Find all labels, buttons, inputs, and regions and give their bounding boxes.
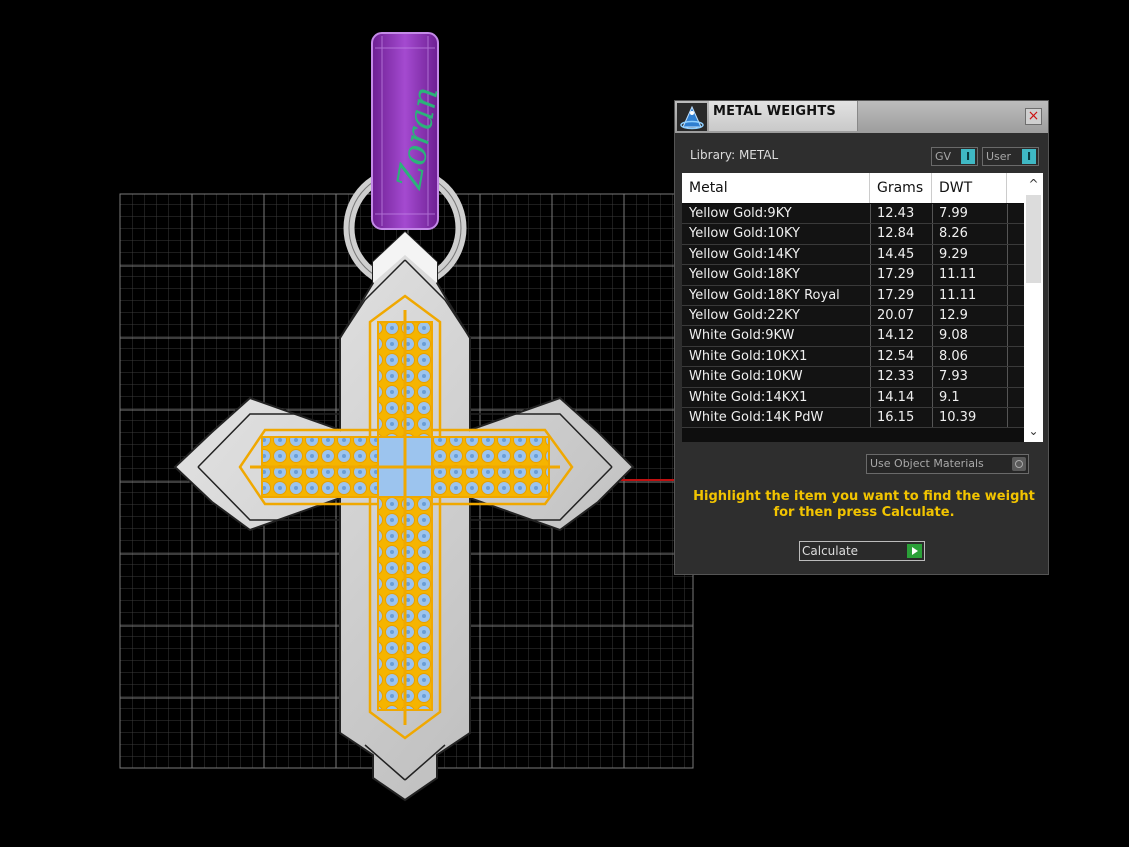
dwt-cell: 10.39 [939,409,977,425]
grams-cell: 20.07 [877,307,915,323]
metal-cell: Yellow Gold:18KY [689,267,800,283]
table-row[interactable]: Yellow Gold:22KY 20.07 12.9 [682,305,1024,327]
grams-cell: 12.84 [877,226,915,242]
column-divider [1007,387,1008,407]
table-row[interactable]: Yellow Gold:18KY Royal 17.29 11.11 [682,285,1024,306]
column-divider [1007,224,1008,244]
dwt-cell: 7.99 [939,206,968,221]
grams-cell: 17.29 [877,267,915,283]
dwt-cell: 9.1 [939,389,960,405]
column-header-dwt[interactable]: DWT [932,173,1007,203]
dwt-cell: 9.08 [939,328,968,344]
dwt-cell: 8.26 [939,226,968,242]
metal-cell: White Gold:14K PdW [689,409,824,425]
column-divider [1007,326,1008,346]
column-divider [1007,407,1008,428]
table-row[interactable]: White Gold:10KX1 12.54 8.06 [682,346,1024,368]
panel-titlebar[interactable]: METAL WEIGHTS × [675,101,1048,133]
grams-cell: 14.14 [877,389,915,405]
app-logo-icon [677,103,707,131]
scroll-up-icon[interactable]: ^ [1024,173,1043,193]
grams-cell: 14.45 [877,246,915,262]
metal-cell: White Gold:14KX1 [689,389,808,405]
calculate-button[interactable]: Calculate [799,541,925,561]
close-button[interactable]: × [1025,108,1042,125]
user-toggle-knob: I [1022,149,1036,164]
gv-toggle-label: GV [935,150,952,163]
column-divider [1007,285,1008,305]
table-row[interactable]: White Gold:9KW 14.12 9.08 [682,326,1024,347]
grams-cell: 12.43 [877,206,915,221]
table-row[interactable]: Yellow Gold:14KY 14.45 9.29 [682,244,1024,266]
metal-cell: Yellow Gold:18KY Royal [689,287,840,303]
metal-weights-panel: METAL WEIGHTS × Library: METAL GV I User… [674,100,1049,575]
dwt-cell: 9.29 [939,246,968,262]
column-divider [1007,244,1008,265]
radio-icon [1012,457,1026,471]
column-header-grams[interactable]: Grams [870,173,932,203]
table-row[interactable]: White Gold:14K PdW 16.15 10.39 [682,407,1024,429]
instructions-text: Highlight the item you want to find the … [693,489,1035,520]
close-icon: × [1027,108,1040,124]
panel-title-tab: METAL WEIGHTS [709,101,858,131]
metal-cell: White Gold:9KW [689,328,795,344]
column-divider [1007,346,1008,367]
scroll-thumb[interactable] [1026,195,1041,283]
dwt-cell: 11.11 [939,287,977,303]
metal-table: Metal Grams DWT Yellow Gold:9KY 12.43 7.99… [682,173,1043,442]
table-row[interactable]: White Gold:14KX1 14.14 9.1 [682,387,1024,408]
dwt-cell: 8.06 [939,348,968,364]
metal-cell: Yellow Gold:22KY [689,307,800,323]
table-scrollbar[interactable]: ^ ⌄ [1024,173,1043,442]
grams-cell: 12.54 [877,348,915,364]
library-label: Library: METAL [690,148,779,162]
scroll-down-icon[interactable]: ⌄ [1024,422,1043,442]
metal-cell: White Gold:10KX1 [689,348,808,364]
calculate-label: Calculate [802,544,859,558]
use-object-materials-toggle[interactable]: Use Object Materials [866,454,1029,474]
table-header: Metal Grams DWT [682,173,1024,203]
column-divider [1007,367,1008,387]
table-row[interactable]: Yellow Gold:18KY 17.29 11.11 [682,265,1024,286]
grams-cell: 16.15 [877,409,915,425]
play-icon [907,544,922,558]
metal-cell: Yellow Gold:14KY [689,246,800,262]
grams-cell: 17.29 [877,287,915,303]
dwt-cell: 12.9 [939,307,968,323]
table-row[interactable]: Yellow Gold:9KY 12.43 7.99 [682,204,1024,225]
use-object-materials-label: Use Object Materials [870,457,984,470]
metal-cell: Yellow Gold:10KY [689,226,800,242]
panel-title: METAL WEIGHTS [713,104,836,119]
column-divider [1007,204,1008,224]
dwt-cell: 7.93 [939,369,968,385]
metal-cell: Yellow Gold:9KY [689,206,792,221]
pendant-bail: Zoran [371,32,447,230]
table-row[interactable]: Yellow Gold:10KY 12.84 8.26 [682,224,1024,245]
gv-toggle[interactable]: GV I [931,147,978,166]
column-divider [1007,265,1008,285]
dwt-cell: 11.11 [939,267,977,283]
user-toggle-label: User [986,150,1012,163]
metal-cell: White Gold:10KW [689,369,803,385]
user-toggle[interactable]: User I [982,147,1039,166]
column-divider [1007,305,1008,326]
column-header-metal[interactable]: Metal [682,173,870,203]
grams-cell: 14.12 [877,328,915,344]
grams-cell: 12.33 [877,369,915,385]
table-row[interactable]: White Gold:10KW 12.33 7.93 [682,367,1024,388]
table-body: Yellow Gold:9KY 12.43 7.99 Yellow Gold:10KY… [682,204,1024,429]
gv-toggle-knob: I [961,149,975,164]
